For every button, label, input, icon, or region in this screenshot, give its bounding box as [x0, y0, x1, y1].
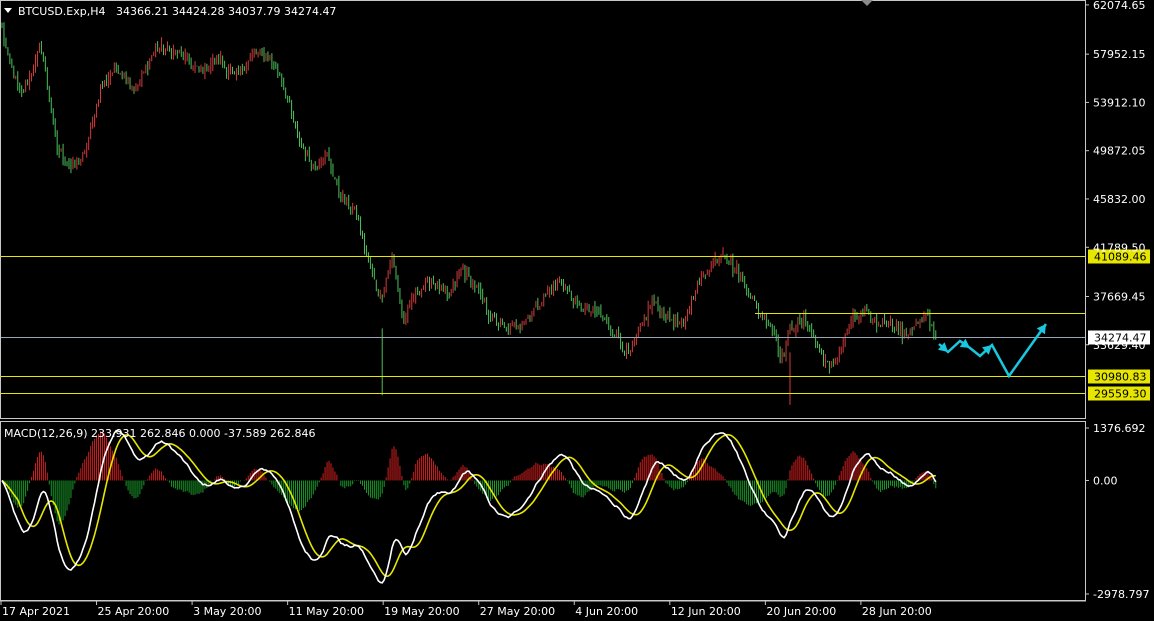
time-tick-label: 27 May 20:00: [480, 605, 555, 618]
macd-tick-label: 1376.692: [1093, 422, 1146, 435]
time-tick-label: 17 Apr 2021: [2, 605, 70, 618]
ohlc-header: 34366.21 34424.28 34037.79 34274.47: [116, 5, 336, 18]
level-labels: 41089.4630980.8329559.30: [1088, 249, 1150, 401]
price-tick-label: 37669.45: [1093, 290, 1146, 303]
forecast-polyline: [938, 323, 1048, 379]
macd-signal-line: [1, 433, 936, 577]
price-tick-label: 41789.50: [1093, 241, 1146, 254]
level-price-label: 29559.30: [1094, 388, 1147, 401]
forecast-arrow-path: [937, 323, 1048, 379]
macd-main-line: [1, 429, 937, 584]
price-tick-label: 62074.65: [1093, 0, 1146, 12]
time-tick-label: 11 May 20:00: [289, 605, 364, 618]
symbol-header: BTCUSD.Exp,H4: [18, 5, 106, 18]
time-tick-label: 19 May 20:00: [384, 605, 459, 618]
time-tick-label: 12 Jun 20:00: [671, 605, 741, 618]
price-tick-label: 57952.15: [1093, 48, 1146, 61]
symbol-dropdown-icon[interactable]: [4, 8, 12, 13]
price-pane-frame: [0, 0, 1086, 419]
current-price-marker: 34274.47: [1088, 330, 1150, 345]
macd-tick-label: 0.00: [1093, 474, 1118, 487]
level-price-label: 30980.83: [1094, 371, 1147, 384]
time-axis: 17 Apr 2021 25 Apr 20:00 3 May 20:00 11 May…: [0, 601, 932, 618]
time-tick-label: 3 May 20:00: [193, 605, 261, 618]
price-tick-label: 53912.10: [1093, 96, 1146, 109]
price-tick-label: 45832.00: [1093, 193, 1146, 206]
price-pane[interactable]: [1, 22, 1085, 405]
macd-pane[interactable]: [1, 429, 937, 584]
trading-chart[interactable]: 41089.4630980.8329559.30 62074.6557952.1…: [0, 0, 1154, 621]
macd-title: MACD(12,26,9) 233.931 262.846 0.000 -37.…: [4, 427, 315, 440]
time-tick-label: 4 Jun 20:00: [575, 605, 638, 618]
macd-axis: 1376.692 0.00 -2978.797: [1085, 422, 1149, 601]
forecast-arrowhead: [1036, 324, 1046, 335]
price-tick-label: 49872.05: [1093, 145, 1146, 158]
macd-pane-frame: [0, 421, 1086, 601]
price-axis: 62074.65 57952.15 53912.10 49872.05 45832.00…: [1085, 0, 1146, 352]
time-tick-label: 28 Jun 20:00: [862, 605, 932, 618]
one-click-trading-toggle-icon[interactable]: [861, 0, 873, 6]
time-tick-label: 25 Apr 20:00: [98, 605, 170, 618]
macd-tick-label: -2978.797: [1093, 588, 1149, 601]
time-tick-label: 20 Jun 20:00: [766, 605, 836, 618]
current-price-label: 34274.47: [1094, 332, 1147, 345]
